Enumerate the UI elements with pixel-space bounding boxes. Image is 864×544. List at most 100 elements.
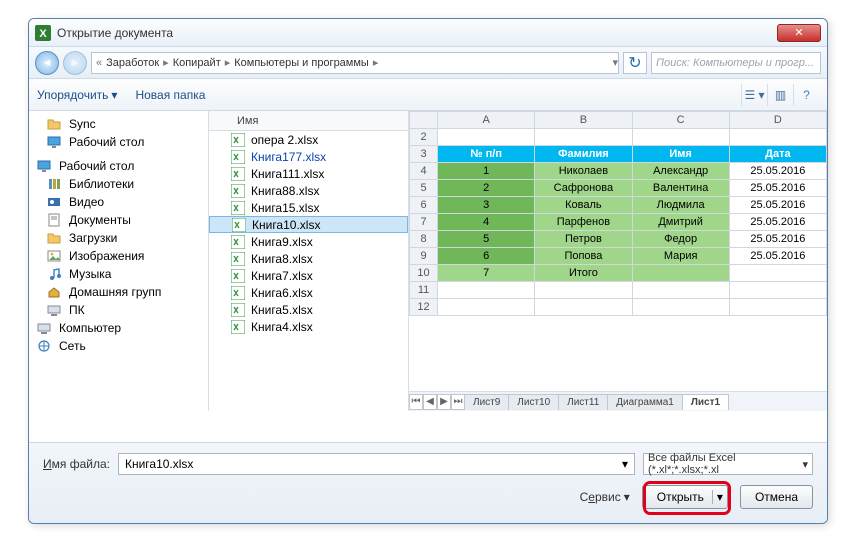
row-header[interactable]: 9: [410, 248, 438, 265]
file-item[interactable]: Книга6.xlsx: [209, 284, 408, 301]
view-button[interactable]: ☰ ▾: [741, 84, 767, 106]
table-cell: Дмитрий: [632, 214, 729, 231]
file-item[interactable]: Книга5.xlsx: [209, 301, 408, 318]
search-input[interactable]: Поиск: Компьютеры и прогр...: [651, 52, 821, 74]
app-icon: [35, 25, 51, 41]
excel-file-icon: [231, 235, 245, 249]
file-item[interactable]: Книга177.xlsx: [209, 148, 408, 165]
row-header[interactable]: 4: [410, 163, 438, 180]
excel-file-icon: [231, 167, 245, 181]
file-item[interactable]: опера 2.xlsx: [209, 131, 408, 148]
table-header-cell: Имя: [632, 146, 729, 163]
file-name: Книга8.xlsx: [251, 252, 313, 266]
sidebar-item[interactable]: Музыка: [29, 265, 208, 283]
sheet-tab[interactable]: Диаграмма1: [607, 394, 683, 410]
file-name: Книга10.xlsx: [252, 218, 320, 232]
file-item[interactable]: Книга9.xlsx: [209, 233, 408, 250]
sidebar-item-label: Изображения: [69, 249, 144, 263]
sidebar-item-label: Sync: [69, 117, 96, 131]
sidebar-item[interactable]: Компьютер: [29, 319, 208, 337]
tab-nav-next[interactable]: ▶: [437, 394, 451, 410]
col-header[interactable]: A: [438, 112, 535, 129]
table-cell: 25.05.2016: [729, 248, 826, 265]
sidebar-item[interactable]: Сеть: [29, 337, 208, 355]
col-header[interactable]: C: [632, 112, 729, 129]
sidebar-item[interactable]: Документы: [29, 211, 208, 229]
sidebar-item-label: ПК: [69, 303, 85, 317]
sidebar-item[interactable]: Sync: [29, 115, 208, 133]
sidebar-item[interactable]: Загрузки: [29, 229, 208, 247]
row-header[interactable]: 12: [410, 299, 438, 316]
file-item[interactable]: Книга15.xlsx: [209, 199, 408, 216]
refresh-button[interactable]: ↻: [623, 52, 647, 74]
row-header[interactable]: 8: [410, 231, 438, 248]
table-cell: 25.05.2016: [729, 214, 826, 231]
table-cell: 7: [438, 265, 535, 282]
folder-icon: [37, 339, 53, 353]
tools-button[interactable]: Сервис ▾: [580, 490, 630, 504]
sheet-tabs: ⏮◀▶⏭Лист9Лист10Лист11Диаграмма1Лист1: [409, 391, 827, 411]
back-button[interactable]: ◄: [35, 51, 59, 75]
col-header[interactable]: D: [729, 112, 826, 129]
breadcrumb[interactable]: « Заработок▸ Копирайт▸ Компьютеры и прог…: [91, 52, 619, 74]
file-item[interactable]: Книга7.xlsx: [209, 267, 408, 284]
preview-pane: ABCD23№ п/пФамилияИмяДата41НиколаевАлекс…: [409, 111, 827, 411]
sidebar-item[interactable]: ПК: [29, 301, 208, 319]
file-item[interactable]: Книга111.xlsx: [209, 165, 408, 182]
sheet-tab[interactable]: Лист10: [508, 394, 559, 410]
folder-icon: [47, 267, 63, 281]
table-cell: Парфенов: [535, 214, 632, 231]
row-header[interactable]: 10: [410, 265, 438, 282]
sheet-tab[interactable]: Лист11: [558, 394, 608, 410]
row-header[interactable]: 2: [410, 129, 438, 146]
folder-icon: [37, 321, 53, 335]
folder-icon: [47, 177, 63, 191]
forward-button[interactable]: ►: [63, 51, 87, 75]
tab-nav-prev[interactable]: ◀: [423, 394, 437, 410]
new-folder-button[interactable]: Новая папка: [135, 88, 205, 102]
col-header[interactable]: B: [535, 112, 632, 129]
sidebar-item[interactable]: Изображения: [29, 247, 208, 265]
open-button[interactable]: Открыть▾: [642, 485, 728, 509]
file-name: опера 2.xlsx: [251, 133, 318, 147]
filetype-select[interactable]: Все файлы Excel (*.xl*;*.xlsx;*.xl▾: [643, 453, 813, 475]
sidebar-item[interactable]: Домашняя групп: [29, 283, 208, 301]
row-header[interactable]: 6: [410, 197, 438, 214]
sidebar-item-label: Домашняя групп: [69, 285, 161, 299]
tab-nav-first[interactable]: ⏮: [409, 394, 423, 410]
row-header[interactable]: 5: [410, 180, 438, 197]
dialog-window: Открытие документа ✕ ◄ ► « Заработок▸ Ко…: [28, 18, 828, 524]
sidebar-item[interactable]: Библиотеки: [29, 175, 208, 193]
file-item[interactable]: Книга88.xlsx: [209, 182, 408, 199]
excel-file-icon: [231, 201, 245, 215]
row-header[interactable]: 7: [410, 214, 438, 231]
chevron-down-icon: ▾: [622, 457, 628, 471]
folder-icon: [47, 213, 63, 227]
table-cell: 25.05.2016: [729, 180, 826, 197]
folder-icon: [47, 249, 63, 263]
preview-pane-button[interactable]: ▥: [767, 84, 793, 106]
sheet-tab[interactable]: Лист9: [464, 394, 509, 410]
sidebar: SyncРабочий столРабочий столБиблиотекиВи…: [29, 111, 209, 411]
file-item[interactable]: Книга10.xlsx: [209, 216, 408, 233]
folder-icon: [47, 195, 63, 209]
row-header[interactable]: 3: [410, 146, 438, 163]
file-list-header[interactable]: Имя: [209, 111, 408, 131]
sidebar-item[interactable]: Видео: [29, 193, 208, 211]
sheet-tab[interactable]: Лист1: [682, 394, 729, 410]
organize-button[interactable]: Упорядочить ▾: [37, 88, 117, 102]
help-button[interactable]: ?: [793, 84, 819, 106]
sidebar-item[interactable]: Рабочий стол: [29, 133, 208, 151]
table-cell: Мария: [632, 248, 729, 265]
table-cell: Николаев: [535, 163, 632, 180]
folder-icon: [47, 231, 63, 245]
close-button[interactable]: ✕: [777, 24, 821, 42]
filename-input[interactable]: Книга10.xlsx▾: [118, 453, 635, 475]
row-header[interactable]: 11: [410, 282, 438, 299]
cancel-button[interactable]: Отмена: [740, 485, 813, 509]
excel-file-icon: [231, 150, 245, 164]
file-item[interactable]: Книга4.xlsx: [209, 318, 408, 335]
file-item[interactable]: Книга8.xlsx: [209, 250, 408, 267]
tab-nav-last[interactable]: ⏭: [451, 394, 465, 410]
sidebar-item[interactable]: Рабочий стол: [29, 157, 208, 175]
